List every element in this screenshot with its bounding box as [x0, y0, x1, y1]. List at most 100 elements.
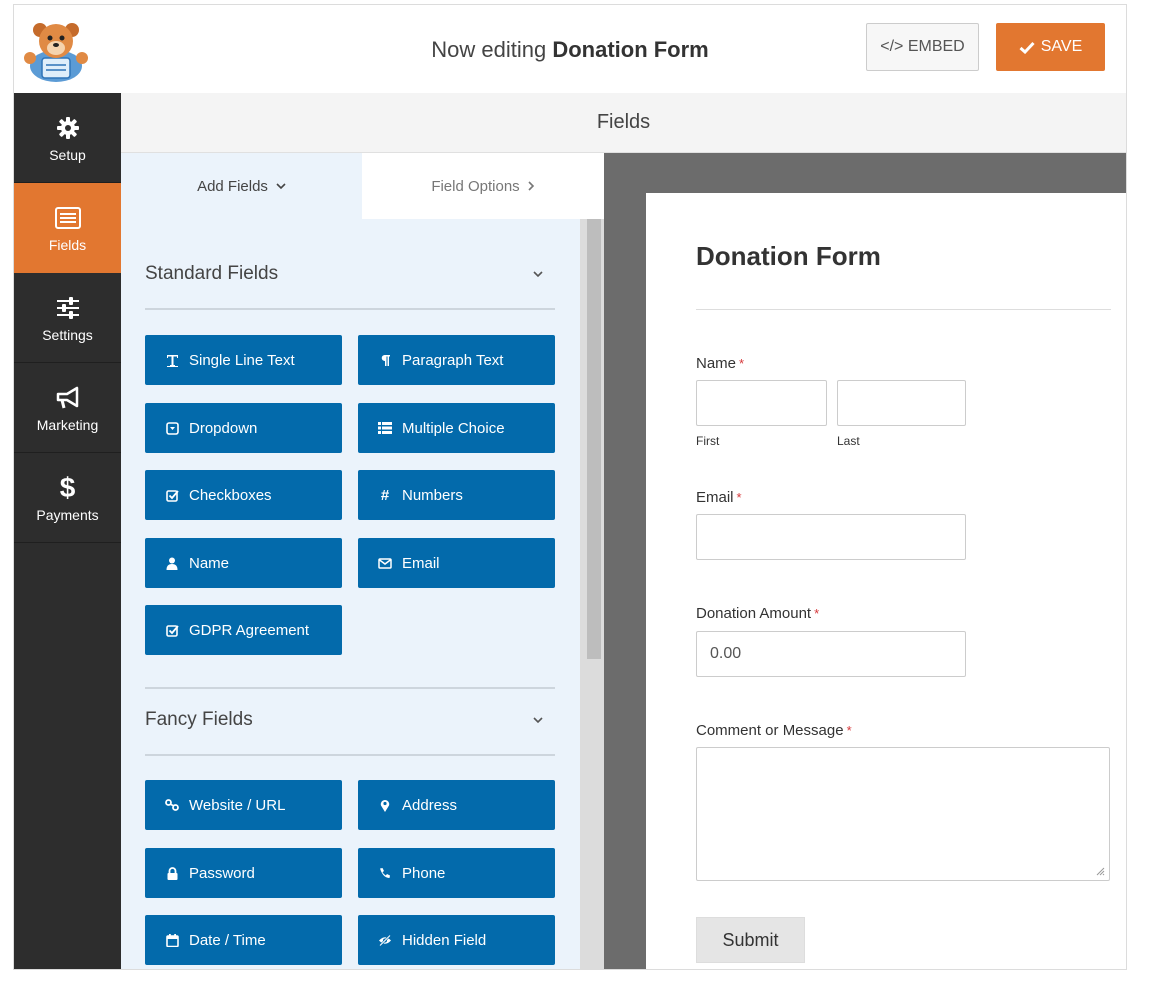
comment-label-text: Comment or Message: [696, 722, 844, 739]
field-button-label: Paragraph Text: [402, 351, 504, 369]
field-button-name[interactable]: Name: [145, 538, 342, 588]
embed-button-label: </> EMBED: [880, 38, 965, 55]
field-button-phone[interactable]: Phone: [358, 848, 555, 898]
field-button-label: Name: [189, 554, 230, 572]
tab-field-options[interactable]: Field Options: [362, 153, 604, 219]
chevron-down-icon: [533, 716, 543, 723]
field-button-label: Email: [402, 554, 440, 572]
field-button-label: Password: [189, 864, 255, 882]
dollar-icon: $: [59, 471, 76, 503]
donation-amount-input[interactable]: 0.00: [696, 631, 966, 677]
fields-header-title: Fields: [596, 111, 651, 133]
field-button-website-url[interactable]: Website / URL: [145, 780, 342, 830]
comment-field-label: Comment or Message *: [696, 722, 852, 739]
tab-add-fields[interactable]: Add Fields: [121, 153, 362, 219]
link-icon: [165, 798, 179, 812]
editing-form-name: Donation Form: [552, 37, 709, 62]
section-divider: [145, 308, 555, 310]
field-button-label: GDPR Agreement: [189, 621, 310, 639]
first-name-input[interactable]: [696, 380, 827, 426]
envelope-icon: [378, 556, 392, 570]
lock-icon: [165, 866, 179, 880]
hash-icon: #: [380, 486, 390, 504]
map-marker-icon: [378, 798, 392, 812]
email-input[interactable]: [696, 514, 966, 560]
fancy-fields-title: Fancy Fields: [145, 709, 253, 730]
editing-prefix: Now editing: [431, 37, 547, 62]
field-button-label: Checkboxes: [189, 486, 272, 504]
sidebar-item-marketing[interactable]: Marketing: [14, 363, 121, 453]
gear-icon: [56, 113, 80, 143]
paragraph-icon: [378, 353, 392, 367]
list-icon: [378, 421, 392, 435]
donation-amount-label-text: Donation Amount: [696, 605, 812, 622]
form-preview-card: Donation Form Name * First Last Email * Do…: [646, 193, 1126, 969]
field-button-single-line-text[interactable]: Single Line Text: [145, 335, 342, 385]
last-name-input[interactable]: [837, 380, 966, 426]
text-icon: [165, 353, 179, 367]
field-button-gdpr-agreement[interactable]: GDPR Agreement: [145, 605, 342, 655]
field-button-multiple-choice[interactable]: Multiple Choice: [358, 403, 555, 453]
field-button-numbers[interactable]: # Numbers: [358, 470, 555, 520]
field-button-label: Address: [402, 796, 458, 814]
last-sublabel: Last: [837, 434, 860, 448]
chevron-right-icon: [528, 181, 534, 191]
field-button-dropdown[interactable]: Dropdown: [145, 403, 342, 453]
save-button-label: SAVE: [1040, 38, 1083, 55]
required-asterisk: *: [739, 356, 745, 371]
tab-field-options-label: Field Options: [431, 177, 520, 195]
chevron-down-icon: [276, 182, 286, 189]
sidebar-item-setup[interactable]: Setup: [14, 93, 121, 183]
sidebar-item-payments[interactable]: $ Payments: [14, 453, 121, 543]
field-button-label: Single Line Text: [189, 351, 295, 369]
field-button-label: Dropdown: [189, 419, 258, 437]
field-button-label: Numbers: [402, 486, 463, 504]
panel-tabs: Add Fields Field Options: [121, 153, 604, 219]
required-asterisk: *: [736, 490, 742, 505]
embed-button[interactable]: </> EMBED: [866, 23, 979, 71]
sidebar-item-label: Fields: [48, 236, 87, 253]
donation-amount-value: 0.00: [710, 645, 742, 662]
user-icon: [165, 556, 179, 570]
field-button-paragraph-text[interactable]: Paragraph Text: [358, 335, 555, 385]
field-button-address[interactable]: Address: [358, 780, 555, 830]
panel-scrollbar-thumb[interactable]: [587, 219, 601, 659]
field-button-password[interactable]: Password: [145, 848, 342, 898]
field-button-email[interactable]: Email: [358, 538, 555, 588]
top-bar: Now editing Donation Form </> EMBED SAVE: [14, 5, 1126, 94]
sliders-icon: [56, 293, 80, 323]
email-label-text: Email: [696, 489, 734, 506]
checkbox-icon: [165, 488, 179, 502]
submit-button-label: Submit: [722, 929, 779, 950]
sidebar-item-fields[interactable]: Fields: [14, 183, 121, 273]
required-asterisk: *: [814, 606, 820, 621]
field-button-label: Date / Time: [189, 931, 266, 949]
donation-amount-label: Donation Amount *: [696, 605, 819, 622]
field-button-date-time[interactable]: Date / Time: [145, 915, 342, 965]
comment-textarea[interactable]: [696, 747, 1110, 881]
resize-grip-icon[interactable]: [1096, 867, 1105, 876]
first-sublabel: First: [696, 434, 720, 448]
submit-button[interactable]: Submit: [696, 917, 805, 963]
sidebar-item-settings[interactable]: Settings: [14, 273, 121, 363]
chevron-down-icon: [533, 270, 543, 277]
standard-fields-toggle[interactable]: Standard Fields: [145, 263, 555, 285]
form-builder-window: Now editing Donation Form </> EMBED SAVE: [13, 4, 1127, 970]
field-button-hidden-field[interactable]: Hidden Field: [358, 915, 555, 965]
fancy-fields-toggle[interactable]: Fancy Fields: [145, 709, 555, 731]
field-button-label: Hidden Field: [402, 931, 487, 949]
field-button-checkboxes[interactable]: Checkboxes: [145, 470, 342, 520]
fields-header: Fields: [121, 93, 1126, 153]
standard-fields-title: Standard Fields: [145, 263, 279, 284]
name-label-text: Name: [696, 355, 737, 372]
eye-slash-icon: [378, 933, 392, 947]
checkbox-icon: [165, 623, 179, 637]
tab-add-fields-label: Add Fields: [197, 177, 268, 195]
checkmark-icon: [1019, 41, 1035, 54]
section-divider: [145, 687, 555, 689]
save-button[interactable]: SAVE: [996, 23, 1105, 71]
sidebar-item-label: Settings: [42, 326, 93, 343]
fields-panel: Add Fields Field Options Standard Fields: [121, 153, 604, 969]
required-asterisk: *: [846, 723, 852, 738]
preview-divider: [696, 309, 1111, 310]
